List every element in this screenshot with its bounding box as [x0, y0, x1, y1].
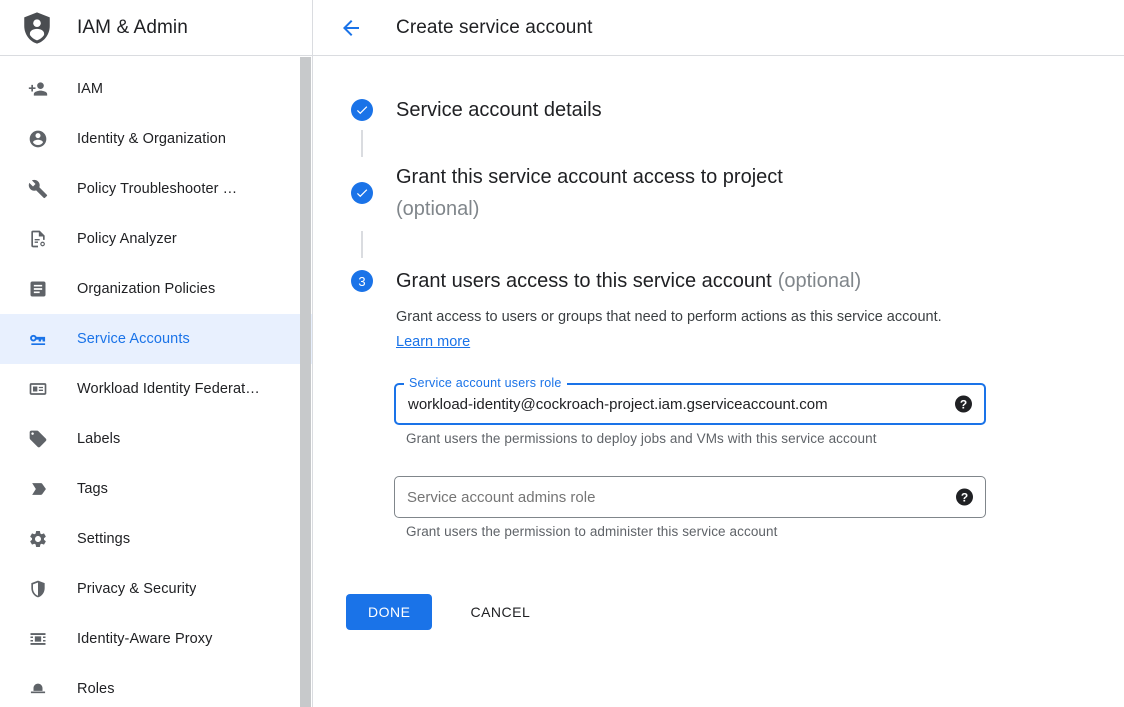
service-account-key-icon — [28, 329, 48, 349]
sidebar-item-label: Identity-Aware Proxy — [77, 631, 213, 647]
users-role-label: Service account users role — [404, 376, 567, 390]
step-1: Service account details — [313, 94, 1124, 126]
step-3-title: Grant users access to this service accou… — [396, 265, 861, 297]
sidebar-item-policy-troubleshooter[interactable]: Policy Troubleshooter … — [0, 164, 312, 214]
sidebar-item-policy-analyzer[interactable]: Policy Analyzer — [0, 214, 312, 264]
sidebar-item-labels[interactable]: Labels — [0, 414, 312, 464]
scrollbar-thumb[interactable] — [300, 57, 311, 707]
sidebar-item-identity-aware-proxy[interactable]: Identity-Aware Proxy — [0, 614, 312, 664]
shield-icon — [28, 579, 48, 599]
main-panel: Create service account Service account d… — [313, 0, 1124, 707]
roles-hat-icon — [28, 679, 48, 699]
admins-role-input[interactable] — [395, 477, 985, 517]
iam-admin-shield-icon — [20, 9, 54, 47]
sidebar-item-identity-organization[interactable]: Identity & Organization — [0, 114, 312, 164]
sidebar-item-tags[interactable]: Tags — [0, 464, 312, 514]
sidebar-title: IAM & Admin — [77, 17, 188, 39]
sidebar-item-settings[interactable]: Settings — [0, 514, 312, 564]
users-role-helper-text: Grant users the permissions to deploy jo… — [406, 431, 1124, 446]
content: Service account details Grant this servi… — [313, 56, 1124, 707]
sidebar-item-roles[interactable]: Roles — [0, 664, 312, 707]
users-role-input[interactable] — [396, 385, 984, 423]
wrench-icon — [28, 179, 48, 199]
done-button[interactable]: DONE — [346, 594, 432, 630]
step-1-complete-icon[interactable] — [351, 99, 373, 121]
sidebar-item-label: Service Accounts — [77, 331, 190, 347]
help-icon[interactable]: ? — [955, 396, 972, 413]
sidebar-item-label: Labels — [77, 431, 120, 447]
step-2-optional-label: (optional) — [396, 193, 783, 225]
sidebar-item-organization-policies[interactable]: Organization Policies — [0, 264, 312, 314]
step-1-title: Service account details — [396, 94, 602, 126]
tag-icon — [28, 429, 48, 449]
page-title: Create service account — [396, 17, 593, 39]
gear-icon — [28, 529, 48, 549]
person-add-icon — [28, 79, 48, 99]
sidebar-item-label: Policy Troubleshooter … — [77, 181, 237, 197]
badge-card-icon — [28, 379, 48, 399]
label-arrow-icon — [28, 479, 48, 499]
sidebar-nav: IAM Identity & Organization Policy Trouble… — [0, 56, 312, 707]
help-icon[interactable]: ? — [956, 489, 973, 506]
sidebar-item-privacy-security[interactable]: Privacy & Security — [0, 564, 312, 614]
sidebar-item-label: Privacy & Security — [77, 581, 196, 597]
sidebar-item-label: Tags — [77, 481, 108, 497]
step-connector — [361, 231, 363, 258]
page-header: Create service account — [313, 0, 1124, 56]
sidebar-item-label: Roles — [77, 681, 115, 697]
step-connector — [361, 130, 363, 157]
article-icon — [28, 279, 48, 299]
step-3-optional-label: (optional) — [778, 270, 861, 292]
sidebar-item-label: Identity & Organization — [77, 131, 226, 147]
account-circle-icon — [28, 129, 48, 149]
learn-more-link[interactable]: Learn more — [396, 334, 470, 350]
step-2-title: Grant this service account access to pro… — [396, 161, 783, 225]
policy-analyzer-icon — [28, 229, 48, 249]
back-arrow-icon — [339, 16, 363, 40]
step-3: 3 Grant users access to this service acc… — [313, 265, 1124, 297]
users-role-field: Service account users role ? — [394, 383, 986, 425]
sidebar-scrollbar[interactable] — [300, 57, 311, 707]
sidebar-item-label: Workload Identity Federat… — [77, 381, 260, 397]
sidebar-item-workload-identity-federat[interactable]: Workload Identity Federat… — [0, 364, 312, 414]
admins-role-field: ? — [394, 476, 986, 518]
step-3-number-badge[interactable]: 3 — [351, 270, 373, 292]
back-button[interactable] — [339, 16, 363, 40]
sidebar-item-label: Organization Policies — [77, 281, 215, 297]
proxy-icon — [28, 629, 48, 649]
sidebar: IAM & Admin IAM Identity & Organization Po… — [0, 0, 313, 707]
sidebar-item-label: Settings — [77, 531, 130, 547]
step-2-complete-icon[interactable] — [351, 182, 373, 204]
app: IAM & Admin IAM Identity & Organization Po… — [0, 0, 1124, 707]
actions-row: DONE CANCEL — [346, 594, 1124, 630]
step-2: Grant this service account access to pro… — [313, 161, 1124, 225]
sidebar-header: IAM & Admin — [0, 0, 312, 56]
step-3-description: Grant access to users or groups that nee… — [396, 305, 952, 355]
sidebar-item-label: IAM — [77, 81, 103, 97]
cancel-button[interactable]: CANCEL — [462, 594, 538, 630]
sidebar-item-iam[interactable]: IAM — [0, 64, 312, 114]
admins-role-helper-text: Grant users the permission to administer… — [406, 524, 1124, 539]
sidebar-item-service-accounts[interactable]: Service Accounts — [0, 314, 312, 364]
sidebar-item-label: Policy Analyzer — [77, 231, 177, 247]
